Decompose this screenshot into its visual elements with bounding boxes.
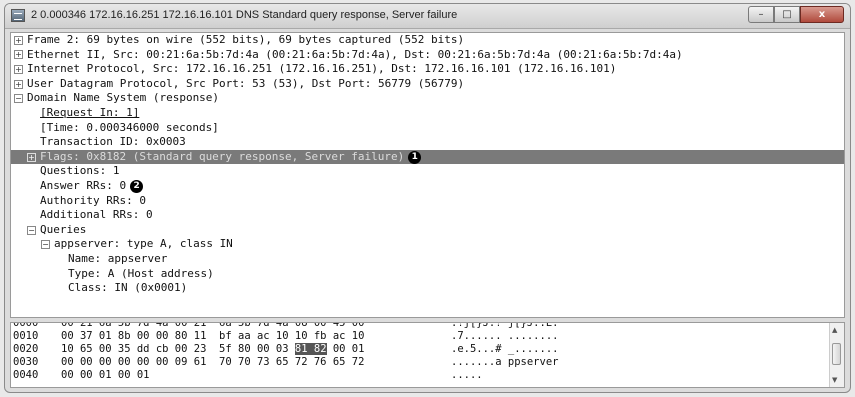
hex-bytes-highlight: 81 82 [294,343,327,355]
tree-row-label: Additional RRs: 0 [40,208,153,222]
hex-bytes-text: 00 21 6a 5b 7d 4a 00 21 6a 5b 7d 4a 08 0… [61,322,365,329]
scroll-thumb[interactable] [832,343,841,365]
hex-ascii: .7...... ........ [451,330,559,342]
hex-bytes-text: 00 37 01 8b 00 00 80 11 bf aa ac 10 10 f… [61,330,365,342]
tree-row-ip[interactable]: + Internet Protocol, Src: 172.16.16.251 (… [11,62,844,77]
hex-bytes[interactable]: 10 65 00 35 dd cb 00 23 5f 80 00 03 81 8… [61,343,364,356]
hex-offset: 0030 [13,356,39,368]
expand-icon[interactable]: + [14,35,23,45]
close-button[interactable]: x [800,6,844,23]
tree-row-label: Queries [40,222,87,236]
expand-icon[interactable]: + [14,50,23,60]
hex-ascii: ..... [451,369,483,381]
close-icon: x [818,9,826,20]
tree-row-label: Transaction ID: 0x0003 [40,135,186,149]
expand-icon[interactable]: + [14,64,23,74]
tree-row-label: Name: appserver [68,251,168,265]
tree-row-name[interactable]: Name: appserver [11,252,844,267]
maximize-button[interactable]: □ [774,6,800,23]
collapse-icon[interactable]: − [41,240,50,250]
hex-row[interactable]: 0030 00 00 00 00 00 00 09 61 70 70 73 65 … [11,356,844,369]
hex-offset: 0000 [13,322,39,329]
collapse-icon[interactable]: − [14,94,23,104]
tree-row-dns[interactable]: − Domain Name System (response) [11,91,844,106]
tree-row-query-entry[interactable]: − appserver: type A, class IN [11,237,844,252]
tree-row-transaction-id[interactable]: Transaction ID: 0x0003 [11,135,844,150]
tree-row-queries[interactable]: − Queries [11,223,844,238]
hex-ascii: .......a ppserver [451,356,559,368]
tree-row-label: Questions: 1 [40,164,120,178]
hex-bytes-text: 00 00 01 00 01 [61,369,150,381]
hex-bytes-text: 00 01 [326,343,365,355]
hex-bytes-text: 10 65 00 35 dd cb 00 23 5f 80 00 03 [61,343,295,355]
expand-icon[interactable]: + [27,152,36,162]
hex-offset: 0040 [13,369,39,381]
tree-row-label: Class: IN (0x0001) [68,281,188,295]
maximize-icon: □ [782,9,792,20]
hex-bytes[interactable]: 00 00 00 00 00 00 09 61 70 70 73 65 72 7… [61,356,364,369]
tree-row-label: [Time: 0.000346000 seconds] [40,120,219,134]
hex-offset: 0020 [13,343,39,355]
tree-row-label: Internet Protocol, Src: 172.16.16.251 (1… [27,62,617,76]
hex-row[interactable]: 0040 00 00 01 00 01..... [11,369,844,382]
tree-row-label: Flags: 0x8182 (Standard query response, … [40,149,405,163]
tree-row-class[interactable]: Class: IN (0x0001) [11,281,844,296]
tree-row-label: Frame 2: 69 bytes on wire (552 bits), 69… [27,33,465,46]
hex-rows: 0000 00 21 6a 5b 7d 4a 00 21 6a 5b 7d 4a … [11,322,844,382]
minimize-icon: – [758,9,764,20]
hex-bytes[interactable]: 00 21 6a 5b 7d 4a 00 21 6a 5b 7d 4a 08 0… [61,322,365,330]
tree-row-udp[interactable]: + User Datagram Protocol, Src Port: 53 (5… [11,77,844,92]
window-controls: – □ x [748,6,844,23]
hex-bytes-text: 00 00 00 00 00 00 09 61 70 70 73 65 72 7… [61,356,365,368]
minimize-button[interactable]: – [748,6,774,23]
packet-details-tree[interactable]: + Frame 2: 69 bytes on wire (552 bits), 6… [10,32,845,318]
tree-row-answer-rrs[interactable]: Answer RRs: 02 [11,179,844,194]
scroll-down-icon[interactable]: ▼ [832,376,837,384]
tree-row-label: Authority RRs: 0 [40,193,146,207]
callout-1-badge: 1 [408,150,422,164]
hex-offset: 0010 [13,330,39,342]
tree-row-label: Domain Name System (response) [27,91,220,105]
tree-row-request-in[interactable]: [Request In: 1] [11,106,844,121]
tree-row-authority-rrs[interactable]: Authority RRs: 0 [11,194,844,209]
tree-row-label: User Datagram Protocol, Src Port: 53 (53… [27,76,465,90]
tree-row-time[interactable]: [Time: 0.000346000 seconds] [11,121,844,136]
expand-icon[interactable]: + [14,79,23,89]
hex-row[interactable]: 0010 00 37 01 8b 00 00 80 11 bf aa ac 10 … [11,330,844,343]
request-in-link[interactable]: [Request In: 1] [40,106,139,119]
packet-window: 2 0.000346 172.16.16.251 172.16.16.101 D… [4,3,851,393]
tree-row-label: Ethernet II, Src: 00:21:6a:5b:7d:4a (00:… [27,47,683,61]
wireshark-app-icon [11,9,25,22]
tree-row-label: Type: A (Host address) [68,266,214,280]
hex-row[interactable]: 0000 00 21 6a 5b 7d 4a 00 21 6a 5b 7d 4a … [11,322,844,330]
window-title: 2 0.000346 172.16.16.251 172.16.16.101 D… [31,9,458,21]
tree-row-ethernet[interactable]: + Ethernet II, Src: 00:21:6a:5b:7d:4a (00… [11,48,844,63]
tree-row-flags-selected[interactable]: + Flags: 0x8182 (Standard query response,… [11,149,844,165]
collapse-icon[interactable]: − [27,225,36,235]
tree-row-label: appserver: type A, class IN [54,237,233,251]
tree-row-type[interactable]: Type: A (Host address) [11,267,844,282]
hex-bytes[interactable]: 00 37 01 8b 00 00 80 11 bf aa ac 10 10 f… [61,330,364,343]
hex-ascii: .e.5...# _....... [451,343,559,355]
callout-2-badge: 2 [130,179,144,193]
title-bar[interactable]: 2 0.000346 172.16.16.251 172.16.16.101 D… [5,4,850,29]
hex-bytes[interactable]: 00 00 01 00 01 [61,369,150,382]
packet-bytes-pane[interactable]: 0000 00 21 6a 5b 7d 4a 00 21 6a 5b 7d 4a … [10,322,845,388]
hex-row[interactable]: 0020 10 65 00 35 dd cb 00 23 5f 80 00 03 … [11,343,844,356]
tree-row-questions[interactable]: Questions: 1 [11,164,844,179]
vertical-scrollbar[interactable]: ▲ ▼ [829,323,844,387]
scroll-up-icon[interactable]: ▲ [832,326,837,334]
hex-ascii: .!j[}J.! j[}J..E. [451,322,559,329]
tree-row-frame[interactable]: + Frame 2: 69 bytes on wire (552 bits), 6… [11,33,844,48]
tree-row-label: Answer RRs: 0 [40,178,127,192]
tree-row-additional-rrs[interactable]: Additional RRs: 0 [11,208,844,223]
